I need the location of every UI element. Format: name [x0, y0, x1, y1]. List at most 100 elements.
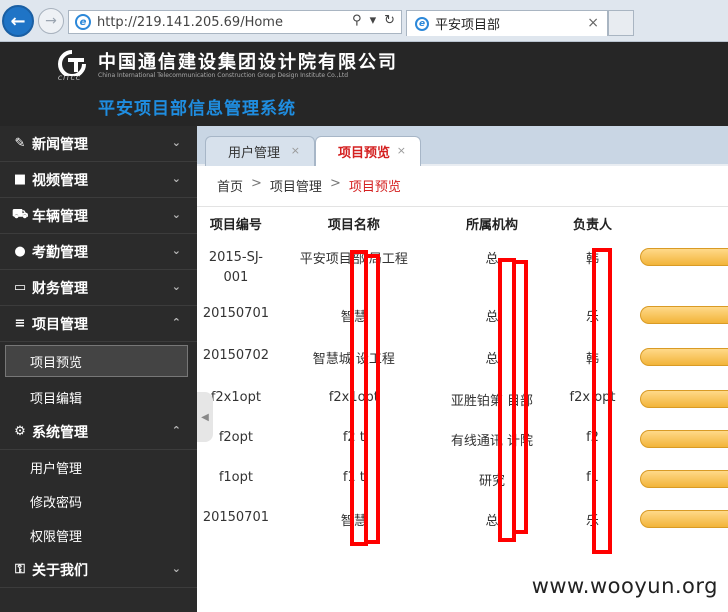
- progress-bar[interactable]: [639, 248, 728, 266]
- cell-owner: 乐: [586, 514, 600, 529]
- forward-button[interactable]: →: [38, 8, 64, 34]
- menu-video[interactable]: ■ 视频管理 ⌄: [0, 162, 197, 198]
- refresh-icon[interactable]: ↻: [384, 13, 395, 28]
- menu-label: 财务管理: [32, 280, 88, 297]
- breadcrumb: 首页 > 项目管理 > 项目预览: [217, 176, 401, 195]
- address-url[interactable]: http://219.141.205.69/Home: [97, 15, 283, 30]
- menu-label: 考勤管理: [32, 244, 88, 261]
- cell-owner: f2x opt: [569, 390, 616, 405]
- cell-owner: 韩: [586, 252, 600, 267]
- company-english-name: China International Telecommunication Co…: [98, 72, 349, 79]
- address-bar[interactable]: e http://219.141.205.69/Home ⚲ ▾ ↻: [68, 10, 402, 34]
- main-content: 用户管理 × 项目预览 × 首页 > 项目管理 > 项目预览 项目编号 项目名称…: [197, 126, 728, 612]
- key-icon: ⚿: [15, 562, 25, 577]
- cell-progress: [634, 462, 728, 502]
- cell-project-id: 20150702: [202, 348, 269, 363]
- cell-project-name: 智慧: [340, 514, 367, 529]
- close-icon[interactable]: ×: [397, 144, 406, 157]
- new-tab-button[interactable]: [608, 10, 634, 36]
- cell-project-name: 智慧城 设工程: [312, 352, 395, 367]
- submenu-change-password[interactable]: 修改密码: [0, 484, 197, 518]
- submenu-project-preview[interactable]: 项目预览: [5, 345, 188, 377]
- progress-bar[interactable]: [639, 470, 728, 488]
- search-icon[interactable]: ⚲: [352, 13, 362, 28]
- cell-organization: 有线通讯 计院: [450, 434, 534, 449]
- edit-icon: ✎: [14, 136, 26, 151]
- progress-bar[interactable]: [639, 348, 728, 366]
- menu-vehicle[interactable]: ⛟ 车辆管理 ⌄: [0, 198, 197, 234]
- table-row[interactable]: 20150702 智慧城 设工程 总 韩: [197, 340, 728, 382]
- chevron-down-icon: ⌄: [171, 172, 181, 185]
- menu-finance[interactable]: ▭ 财务管理 ⌄: [0, 270, 197, 306]
- progress-bar[interactable]: [639, 430, 728, 448]
- cell-progress: [634, 340, 728, 382]
- system-title: 平安项目部信息管理系统: [98, 99, 296, 119]
- cell-organization: 亚胜铂第 目部: [450, 394, 534, 409]
- cell-project-name: f2 t: [342, 430, 365, 445]
- tab-ie-icon: e: [415, 16, 429, 31]
- breadcrumb-section[interactable]: 项目管理: [270, 176, 322, 195]
- cell-organization: 总: [485, 352, 499, 367]
- browser-toolbar: ← → e http://219.141.205.69/Home ⚲ ▾ ↻ e…: [0, 0, 728, 42]
- submenu-user-management[interactable]: 用户管理: [0, 450, 197, 484]
- cell-organization: 总: [485, 252, 499, 267]
- credit-card-icon: ▭: [13, 280, 27, 295]
- sidebar-collapse-handle[interactable]: ◀: [197, 392, 213, 442]
- submenu-project-edit[interactable]: 项目编辑: [0, 380, 197, 414]
- menu-attendance[interactable]: ● 考勤管理 ⌄: [0, 234, 197, 270]
- back-button[interactable]: ←: [2, 5, 34, 37]
- cell-owner: f1: [586, 470, 599, 485]
- menu-label: 视频管理: [32, 172, 88, 189]
- close-icon[interactable]: ×: [291, 144, 300, 157]
- table-row[interactable]: 20150701 智慧 总 乐: [197, 502, 728, 546]
- watermark: www.wooyun.org: [531, 574, 718, 598]
- menu-system[interactable]: ⚙ 系统管理 ⌃: [0, 414, 197, 450]
- cell-owner: 韩: [586, 352, 600, 367]
- browser-tab[interactable]: e 平安项目部 ×: [406, 10, 608, 36]
- table-row[interactable]: f2x1opt f2x1opt 亚胜铂第 目部 f2x opt: [197, 382, 728, 422]
- user-icon: ●: [14, 244, 26, 259]
- chevron-down-icon: ⌄: [171, 244, 181, 257]
- progress-bar[interactable]: [639, 390, 728, 408]
- progress-bar[interactable]: [639, 510, 728, 528]
- cell-project-id: 2015-SJ-001: [208, 250, 263, 285]
- cell-project-id: 20150701: [202, 510, 269, 525]
- progress-bar[interactable]: [639, 306, 728, 324]
- column-header-progress: [634, 206, 728, 240]
- tab-user-management[interactable]: 用户管理 ×: [205, 136, 315, 166]
- chevron-up-icon: ⌃: [171, 316, 181, 329]
- cell-project-name: f2x1opt: [328, 390, 379, 405]
- table-row[interactable]: 2015-SJ-001 平安项目部 局工程 总 韩: [197, 240, 728, 298]
- project-table: 项目编号 项目名称 所属机构 负责人 2015-SJ-001 平安项目部 局工程总…: [197, 206, 728, 546]
- table-row[interactable]: f1opt f1 t 研究 f1: [197, 462, 728, 502]
- close-tab-icon[interactable]: ×: [587, 15, 599, 31]
- tab-label: 用户管理: [228, 146, 281, 161]
- table-row[interactable]: f2opt f2 t 有线通讯 计院 f2: [197, 422, 728, 462]
- chevron-down-icon: ⌄: [171, 562, 181, 575]
- menu-label: 车辆管理: [32, 208, 88, 225]
- table-header-row: 项目编号 项目名称 所属机构 负责人: [197, 206, 728, 240]
- column-header-id: 项目编号: [209, 217, 262, 233]
- cell-owner: 乐: [586, 310, 600, 325]
- cell-progress: [634, 240, 728, 298]
- menu-label: 项目管理: [32, 316, 88, 333]
- video-icon: ■: [13, 172, 27, 187]
- logo-subtext: CITCC: [58, 75, 82, 82]
- cell-organization: 研究: [478, 474, 505, 489]
- breadcrumb-separator: >: [329, 176, 341, 191]
- menu-project[interactable]: ≡ 项目管理 ⌃: [0, 306, 197, 342]
- cell-progress: [634, 298, 728, 340]
- breadcrumb-home[interactable]: 首页: [217, 176, 243, 195]
- table-row[interactable]: 20150701 智慧 总 乐: [197, 298, 728, 340]
- cell-project-name: 智慧: [340, 310, 367, 325]
- truck-icon: ⛟: [12, 207, 29, 222]
- menu-news[interactable]: ✎ 新闻管理 ⌄: [0, 126, 197, 162]
- tab-project-preview[interactable]: 项目预览 ×: [315, 136, 421, 166]
- menu-about[interactable]: ⚿ 关于我们 ⌄: [0, 552, 197, 588]
- submenu-permissions[interactable]: 权限管理: [0, 518, 197, 552]
- sidebar: ✎ 新闻管理 ⌄ ■ 视频管理 ⌄ ⛟ 车辆管理 ⌄ ● 考勤管理 ⌄ ▭ 财务…: [0, 126, 197, 612]
- column-header-name: 项目名称: [327, 217, 380, 233]
- dropdown-icon[interactable]: ▾: [370, 13, 377, 28]
- menu-label: 新闻管理: [32, 136, 88, 153]
- cell-progress: [634, 502, 728, 546]
